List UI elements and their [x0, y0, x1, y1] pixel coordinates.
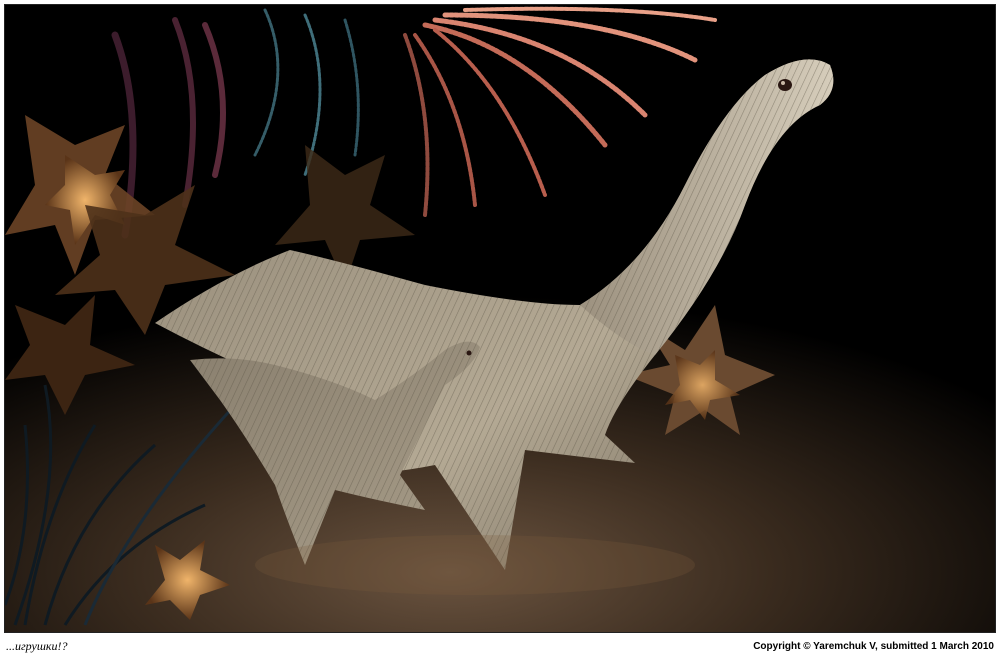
large-creature-eye: [778, 79, 792, 91]
image-frame: ...игрушки!? Copyright © Yaremchuk V, su…: [0, 0, 1000, 656]
caption-bar: ...игрушки!? Copyright © Yaremchuk V, su…: [0, 636, 1000, 656]
image-title: ...игрушки!?: [6, 638, 68, 653]
artwork: [5, 5, 995, 632]
copyright-credit: Copyright © Yaremchuk V, submitted 1 Mar…: [753, 640, 994, 652]
small-creature-eye: [466, 350, 472, 356]
artwork-scene: [5, 5, 995, 632]
floor-reflection: [255, 535, 695, 595]
